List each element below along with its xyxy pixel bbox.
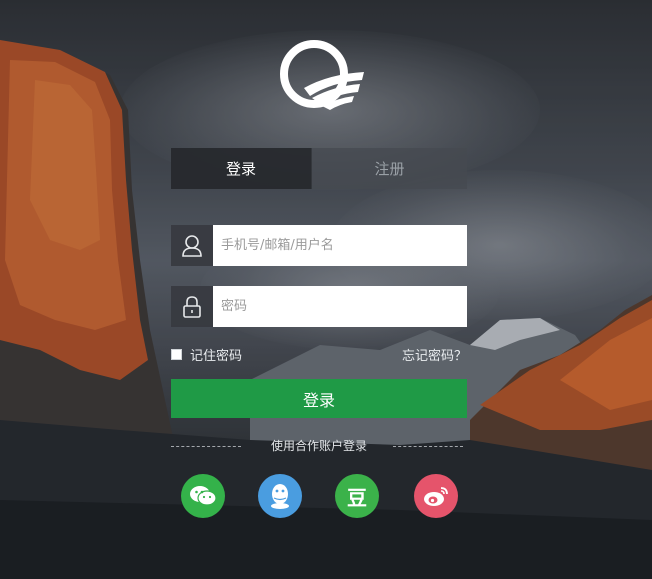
weibo-icon [424, 487, 448, 506]
account-input[interactable] [213, 225, 467, 266]
login-options: 记住密码 忘记密码？ [171, 343, 467, 364]
douban-login-button[interactable]: 豆 [335, 474, 379, 518]
account-field-group [171, 225, 467, 266]
tab-register[interactable]: 注册 [311, 148, 467, 189]
douban-icon: 豆 [347, 485, 367, 510]
qq-login-button[interactable] [258, 474, 302, 518]
weibo-login-button[interactable] [414, 474, 458, 518]
password-field-group [171, 286, 467, 327]
login-button[interactable]: 登录 [171, 379, 467, 418]
forgot-password-link[interactable]: 忘记密码？ [402, 345, 467, 364]
wechat-login-button[interactable] [181, 474, 225, 518]
brand-logo [274, 36, 366, 114]
remember-label[interactable]: 记住密码 [190, 345, 242, 364]
tab-login[interactable]: 登录 [171, 148, 311, 189]
remember-password: 记住密码 [171, 345, 242, 364]
lock-icon [171, 286, 213, 327]
remember-checkbox[interactable] [171, 349, 182, 360]
social-divider: 使用合作账户登录 [171, 437, 467, 455]
wechat-icon [190, 486, 217, 506]
auth-tabs: 登录 注册 [171, 148, 467, 189]
qq-icon [271, 484, 289, 509]
user-icon [171, 225, 213, 266]
password-input[interactable] [213, 286, 467, 327]
